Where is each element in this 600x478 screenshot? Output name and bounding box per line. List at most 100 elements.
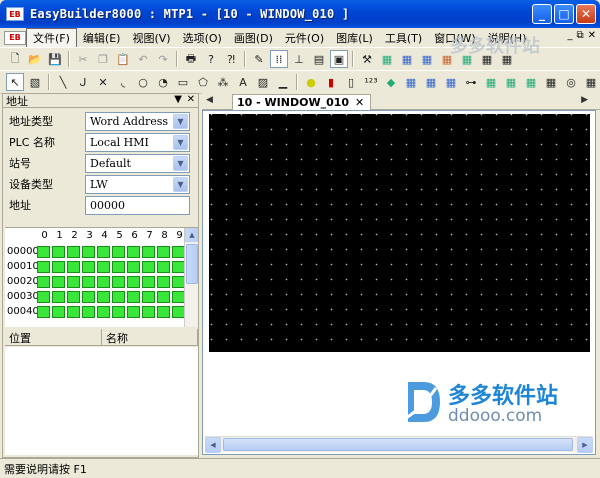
alarm-icon[interactable]: ◎ xyxy=(562,73,580,91)
bit-lamp-icon[interactable]: ● xyxy=(302,73,320,91)
menu-objects[interactable]: 元件(O) xyxy=(279,29,330,47)
bit-cell[interactable] xyxy=(82,275,95,288)
align-icon[interactable]: ⊥ xyxy=(290,50,308,68)
bit-cell[interactable] xyxy=(112,290,125,303)
context-help-icon[interactable]: ⁈ xyxy=(222,50,240,68)
bit-cell[interactable] xyxy=(127,260,140,273)
bit-cell[interactable] xyxy=(142,260,155,273)
numeric-input-icon[interactable]: ▦ xyxy=(402,73,420,91)
scroll-left-icon[interactable]: ◀ xyxy=(205,437,221,453)
cross-line-icon[interactable]: ✕ xyxy=(94,73,112,91)
chevron-down-icon[interactable]: ▼ xyxy=(173,135,188,150)
open-folder-icon[interactable]: 📂 xyxy=(26,50,44,68)
plc-name-select[interactable]: Local HMI ▼ xyxy=(85,133,190,152)
tab-close-icon[interactable]: ✕ xyxy=(355,96,364,109)
bit-cell[interactable] xyxy=(127,275,140,288)
menu-view[interactable]: 视图(V) xyxy=(126,29,176,47)
compile-icon[interactable]: ▦ xyxy=(378,50,396,68)
copy-icon[interactable]: ❐ xyxy=(94,50,112,68)
chevron-down-icon[interactable]: ▼ xyxy=(173,114,188,129)
layer-icon[interactable]: ▤ xyxy=(310,50,328,68)
bit-cell[interactable] xyxy=(37,290,50,303)
menu-options[interactable]: 选项(O) xyxy=(177,29,228,47)
bit-cell[interactable] xyxy=(52,260,65,273)
bit-cell[interactable] xyxy=(82,245,95,258)
menu-tools[interactable]: 工具(T) xyxy=(379,29,428,47)
scroll-up-icon[interactable]: ▲ xyxy=(185,228,198,242)
paste-icon[interactable]: 📋 xyxy=(114,50,132,68)
bit-cell[interactable] xyxy=(112,275,125,288)
bit-cell[interactable] xyxy=(82,305,95,318)
rectangle-icon[interactable]: ▭ xyxy=(174,73,192,91)
bit-cell[interactable] xyxy=(37,260,50,273)
bit-cell[interactable] xyxy=(82,290,95,303)
print-icon[interactable]: 🖶 xyxy=(182,50,200,68)
bit-cell[interactable] xyxy=(67,245,80,258)
panel-close-icon[interactable]: ✕ xyxy=(187,94,195,105)
tools-icon[interactable]: ⚒ xyxy=(358,50,376,68)
mdi-restore-button[interactable]: ⧉ xyxy=(576,30,583,41)
bit-cell[interactable] xyxy=(37,275,50,288)
bit-cell[interactable] xyxy=(97,305,110,318)
bit-cell[interactable] xyxy=(112,260,125,273)
object-list[interactable] xyxy=(5,347,198,455)
circle-icon[interactable]: ○ xyxy=(134,73,152,91)
tab-window-010[interactable]: 10 - WINDOW_010 ✕ xyxy=(232,94,372,110)
multi-state-icon[interactable]: ▦ xyxy=(442,73,460,91)
help-icon[interactable]: ? xyxy=(202,50,220,68)
bit-cell[interactable] xyxy=(142,245,155,258)
device-type-select[interactable]: LW ▼ xyxy=(85,175,190,194)
chevron-down-icon[interactable]: ▼ xyxy=(173,156,188,171)
toggle-switch-icon[interactable]: ▯ xyxy=(342,73,360,91)
bit-cell[interactable] xyxy=(97,290,110,303)
hscroll-thumb[interactable] xyxy=(223,438,573,451)
menu-draw[interactable]: 画图(D) xyxy=(228,29,279,47)
bit-cell[interactable] xyxy=(97,260,110,273)
address-type-select[interactable]: Word Address ▼ xyxy=(85,112,190,131)
bit-grid-scrollbar[interactable]: ▲ xyxy=(184,228,198,327)
pen-icon[interactable]: ✎ xyxy=(250,50,268,68)
offline-sim-icon[interactable]: ▦ xyxy=(398,50,416,68)
cut-icon[interactable]: ✂ xyxy=(74,50,92,68)
menu-file[interactable]: 文件(F) xyxy=(26,27,77,48)
bit-cell[interactable] xyxy=(67,305,80,318)
table-icon[interactable]: ▁ xyxy=(274,73,292,91)
bit-cell[interactable] xyxy=(112,245,125,258)
tab-next-icon[interactable]: ▶ xyxy=(581,95,588,105)
save-icon[interactable]: 💾 xyxy=(46,50,64,68)
scroll-thumb[interactable] xyxy=(186,244,198,284)
function-key-icon[interactable]: ◆ xyxy=(382,73,400,91)
bit-cell[interactable] xyxy=(127,245,140,258)
trend-icon[interactable]: ▦ xyxy=(522,73,540,91)
bit-cell[interactable] xyxy=(142,305,155,318)
polygon-icon[interactable]: ⬠ xyxy=(194,73,212,91)
maximize-button[interactable]: □ xyxy=(554,4,574,24)
bit-cell[interactable] xyxy=(112,305,125,318)
mdi-minimize-button[interactable]: _ xyxy=(567,30,572,41)
list-col-position[interactable]: 位置 xyxy=(5,329,102,346)
bit-cell[interactable] xyxy=(97,245,110,258)
ascii-input-icon[interactable]: ▦ xyxy=(422,73,440,91)
bar-graph-icon[interactable]: ▦ xyxy=(482,73,500,91)
library-icon[interactable]: ▧ xyxy=(26,73,44,91)
arc-icon[interactable]: ◟ xyxy=(114,73,132,91)
bit-cell[interactable] xyxy=(97,275,110,288)
chevron-down-icon[interactable]: ▼ xyxy=(173,177,188,192)
indirect-window-icon[interactable]: ⊶ xyxy=(462,73,480,91)
bit-cell[interactable] xyxy=(157,275,170,288)
bit-cell[interactable] xyxy=(127,305,140,318)
bit-cell[interactable] xyxy=(67,275,80,288)
scroll-right-icon[interactable]: ▶ xyxy=(577,437,593,453)
event-icon[interactable]: ▦ xyxy=(582,73,600,91)
address-input[interactable]: 00000 xyxy=(85,196,190,215)
scale-icon[interactable]: ⁂ xyxy=(214,73,232,91)
text-icon[interactable]: A xyxy=(234,73,252,91)
menu-library[interactable]: 图库(L) xyxy=(330,29,379,47)
bit-cell[interactable] xyxy=(52,245,65,258)
bit-cell[interactable] xyxy=(127,290,140,303)
window-overlay-icon[interactable]: ▣ xyxy=(330,50,348,68)
bit-cell[interactable] xyxy=(37,305,50,318)
word-lamp-icon[interactable]: ▮ xyxy=(322,73,340,91)
undo-icon[interactable]: ↶ xyxy=(134,50,152,68)
polyline-icon[interactable]: ᒍ xyxy=(74,73,92,91)
